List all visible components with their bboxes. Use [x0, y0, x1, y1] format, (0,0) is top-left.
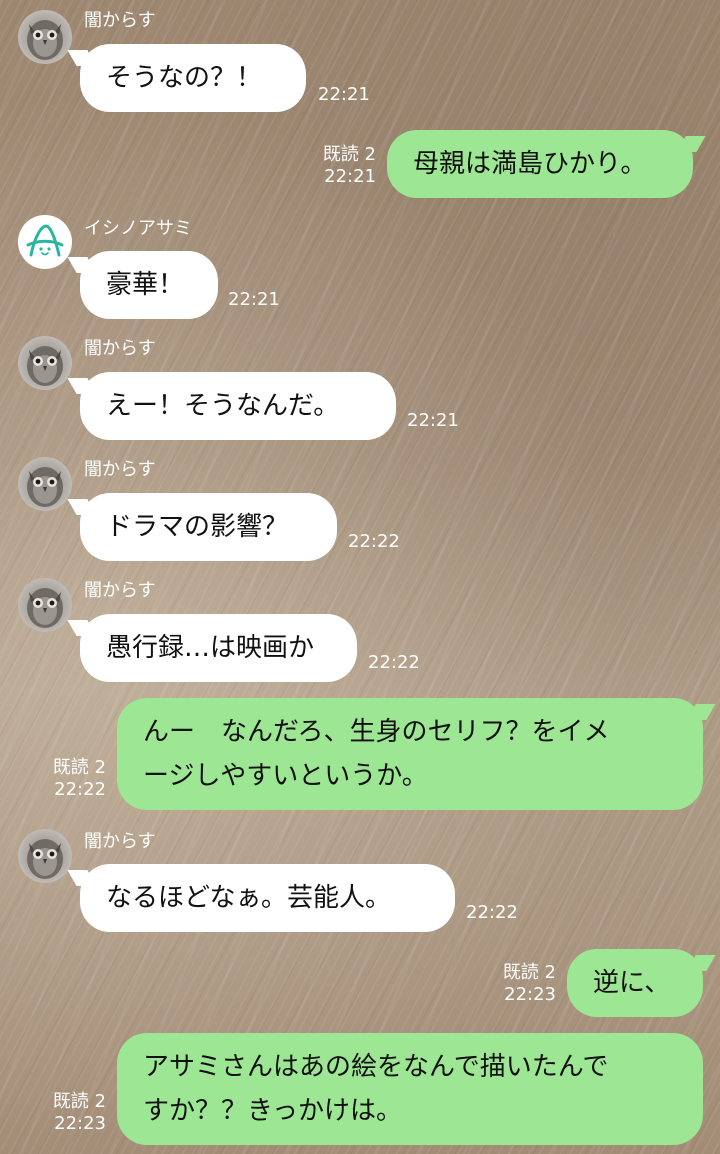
message-bubble[interactable]: 逆に、: [567, 949, 703, 1017]
message-text: んー なんだろ、生身のセリフ？をイメ ージしやすいというか。: [143, 710, 609, 798]
message-time: 22:21: [407, 410, 459, 431]
message-time: 22:21: [324, 166, 376, 187]
message-text: 愚行録…は映画か: [106, 633, 315, 663]
asami-avatar[interactable]: [18, 215, 72, 269]
owl-icon: [27, 346, 63, 386]
message-bubble[interactable]: そうなの？！: [80, 44, 306, 112]
message-meta: 既読 2 22:21: [323, 144, 376, 188]
message-bubble[interactable]: なるほどなぁ。芸能人。: [80, 864, 455, 932]
message-bubble[interactable]: 母親は満島ひかり。: [387, 130, 693, 198]
asami-logo-icon: [26, 224, 64, 257]
message-meta: 既読 2 22:23: [503, 962, 556, 1006]
message-text: アサミさんはあの絵をなんで描いたんで すか？？きっかけは。: [143, 1045, 608, 1133]
message-text-line: ージしやすいというか。: [143, 761, 428, 791]
owl-avatar[interactable]: [18, 829, 72, 883]
sender-name: 闇からす: [84, 580, 156, 601]
read-receipt: 既読 2: [502, 962, 556, 983]
message-time: 22:22: [466, 902, 518, 923]
message-time: 22:22: [54, 779, 106, 800]
message-time: 22:21: [318, 84, 370, 105]
owl-icon: [27, 467, 63, 507]
owl-avatar[interactable]: [18, 10, 72, 64]
owl-icon: [27, 839, 63, 879]
read-receipt: 既読 2: [52, 757, 106, 778]
message-text-line: すか？？きっかけは。: [143, 1096, 402, 1126]
message-meta: 既読 2 22:23: [53, 1091, 106, 1135]
message-text-line: アサミさんはあの絵をなんで描いたんで: [143, 1052, 609, 1082]
message-meta: 既読 2 22:22: [53, 757, 106, 801]
message-text: 逆に、: [593, 968, 671, 998]
message-text: 豪華！: [106, 270, 185, 300]
sender-name: 闇からす: [84, 338, 156, 359]
message-bubble[interactable]: んー なんだろ、生身のセリフ？をイメ ージしやすいというか。: [117, 698, 703, 810]
message-bubble[interactable]: 愚行録…は映画か: [80, 614, 357, 682]
message-text: えー！そうなんだ。: [106, 391, 340, 421]
owl-icon: [27, 20, 63, 60]
owl-avatar[interactable]: [18, 578, 72, 632]
message-text: なるほどなぁ。芸能人。: [106, 883, 391, 913]
sender-name: 闇からす: [84, 831, 156, 852]
message-bubble[interactable]: アサミさんはあの絵をなんで描いたんで すか？？きっかけは。: [117, 1033, 703, 1145]
message-time: 22:23: [504, 984, 556, 1005]
owl-avatar[interactable]: [18, 336, 72, 390]
sender-name: イシノアサミ: [84, 218, 192, 239]
message-text-line: んー なんだろ、生身のセリフ？をイメ: [143, 717, 610, 747]
owl-icon: [27, 588, 63, 628]
message-bubble[interactable]: 豪華！: [80, 251, 218, 319]
message-bubble[interactable]: ドラマの影響？: [80, 493, 337, 561]
chat-background: 闇からす そうなの？！ 22:21 既読 2 22:21 母親は満島ひかり。 イ…: [0, 0, 720, 1154]
sender-name: 闇からす: [84, 10, 156, 31]
owl-avatar[interactable]: [18, 457, 72, 511]
message-text: ドラマの影響？: [106, 512, 289, 542]
sender-name: 闇からす: [84, 459, 156, 480]
message-time: 22:22: [368, 652, 420, 673]
message-text: そうなの？！: [106, 63, 263, 93]
message-text: 母親は満島ひかり。: [413, 149, 647, 179]
message-time: 22:23: [54, 1113, 106, 1134]
message-bubble[interactable]: えー！そうなんだ。: [80, 372, 396, 440]
read-receipt: 既読 2: [322, 144, 376, 165]
read-receipt: 既読 2: [52, 1091, 106, 1112]
message-time: 22:22: [348, 531, 400, 552]
message-time: 22:21: [228, 289, 280, 310]
